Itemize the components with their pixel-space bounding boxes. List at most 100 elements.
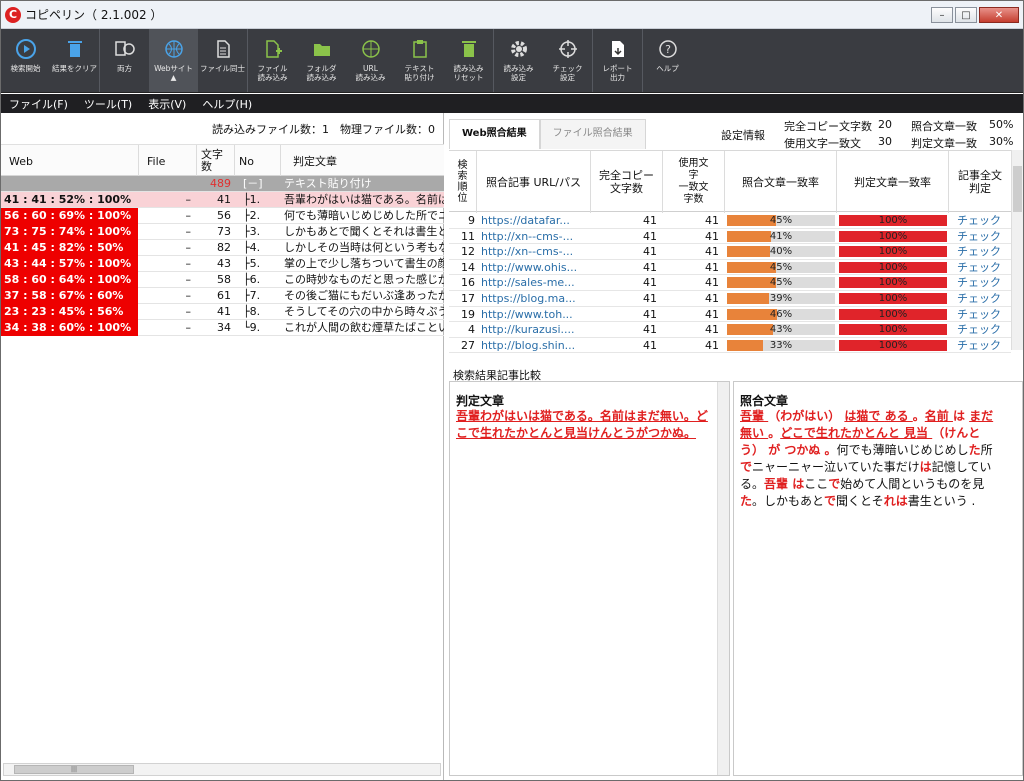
used-chars-cell: 41 bbox=[705, 260, 719, 274]
table-row[interactable]: 73 : 75 : 74% : 100% – 73 ├3. しかもあとで聞くとそ… bbox=[1, 224, 444, 240]
close-button[interactable]: ✕ bbox=[979, 7, 1019, 23]
col-judge-rate[interactable]: 判定文章一致率 bbox=[837, 151, 949, 213]
table-row[interactable]: 16 http://sales-me... 41 41 45% 100% チェック bbox=[449, 275, 1011, 291]
scrollbar-thumb[interactable]: ||| bbox=[14, 765, 134, 774]
table-row[interactable]: 41 : 45 : 82% : 50% – 82 ├4. しかしその当時は何とい… bbox=[1, 240, 444, 256]
table-row[interactable]: 37 : 58 : 67% : 60% – 61 ├7. その後ご猫にもだいぶ逢… bbox=[1, 288, 444, 304]
url-link[interactable]: http://xn--cms-... bbox=[481, 244, 589, 259]
minimize-button[interactable]: – bbox=[931, 7, 953, 23]
col-web[interactable]: Web bbox=[1, 145, 139, 177]
table-row[interactable]: 58 : 60 : 64% : 100% – 58 ├6. この時妙なものだと思… bbox=[1, 272, 444, 288]
table-row[interactable]: 9 https://datafar... 41 41 45% 100% チェック bbox=[449, 213, 1011, 229]
load-file-button[interactable]: ファイル 読み込み bbox=[248, 29, 297, 92]
tab-file-results[interactable]: ファイル照合結果 bbox=[539, 119, 646, 149]
table-row[interactable]: 34 : 38 : 60% : 100% – 34 └9. これが人間の飲む煙草… bbox=[1, 320, 444, 336]
table-row[interactable]: 56 : 60 : 69% : 100% – 56 ├2. 何でも薄暗いじめじめ… bbox=[1, 208, 444, 224]
report-export-button[interactable]: レポート 出力 bbox=[593, 29, 642, 92]
load-url-button[interactable]: URL 読み込み bbox=[346, 29, 395, 92]
menu-tools[interactable]: ツール(T) bbox=[76, 96, 140, 112]
url-link[interactable]: http://www.toh... bbox=[481, 307, 589, 322]
url-link[interactable]: http://blog.shin... bbox=[481, 338, 589, 353]
judge-rate-text: 100% bbox=[878, 230, 908, 242]
col-no[interactable]: No bbox=[235, 145, 281, 177]
menu-file[interactable]: ファイル(F) bbox=[1, 96, 76, 112]
judge-rate-bar: 100% bbox=[839, 292, 947, 304]
table-row[interactable]: 23 : 23 : 45% : 56% – 41 ├8. そうしてその穴の中から… bbox=[1, 304, 444, 320]
svg-text:?: ? bbox=[665, 43, 671, 56]
judge-rate-bar: 100% bbox=[839, 246, 947, 258]
url-link[interactable]: http://kurazusi.... bbox=[481, 322, 589, 337]
url-link[interactable]: http://xn--cms-... bbox=[481, 229, 589, 244]
paste-text-button[interactable]: テキスト 貼り付け bbox=[395, 29, 444, 92]
judge-rate-text: 100% bbox=[878, 324, 908, 336]
match-rate-text: 45% bbox=[769, 261, 793, 273]
check-link[interactable]: チェック bbox=[951, 260, 1007, 275]
menu-help[interactable]: ヘルプ(H) bbox=[194, 96, 260, 112]
judge-rate-bar: 100% bbox=[839, 215, 947, 226]
maximize-button[interactable]: □ bbox=[955, 7, 977, 23]
table-row[interactable]: 43 : 44 : 57% : 100% – 43 ├5. 掌の上で少し落ちつい… bbox=[1, 256, 444, 272]
col-text[interactable]: 判定文章 bbox=[281, 145, 444, 177]
clear-results-button[interactable]: 結果をクリア bbox=[50, 29, 99, 92]
url-link[interactable]: http://sales-me... bbox=[481, 275, 589, 290]
match-rate-bar: 39% bbox=[727, 292, 835, 304]
table-row[interactable]: 12 http://xn--cms-... 41 41 40% 100% チェック bbox=[449, 244, 1011, 260]
tab-web-results[interactable]: Web照合結果 bbox=[449, 119, 540, 149]
toolbar: 検索開始 結果をクリア 両方 Webサイト ▲ ファイル同士 ファイル 読み込み… bbox=[1, 29, 1023, 93]
match-rate-bar: 45% bbox=[727, 261, 835, 273]
both-mode-button[interactable]: 両方 bbox=[100, 29, 149, 92]
table-row[interactable]: 14 http://www.ohis... 41 41 45% 100% チェック bbox=[449, 260, 1011, 276]
table-row[interactable]: 27 http://blog.shin... 41 41 33% 100% チェック bbox=[449, 338, 1011, 354]
full-copy-cell: 41 bbox=[643, 338, 657, 352]
table-row[interactable]: 17 https://blog.ma... 41 41 39% 100% チェック bbox=[449, 291, 1011, 307]
match-segment: は猫で bbox=[844, 409, 885, 423]
search-start-button[interactable]: 検索開始 bbox=[1, 29, 50, 92]
col-match-rate[interactable]: 照合文章一致率 bbox=[725, 151, 837, 213]
col-full-check[interactable]: 記事全文 判定 bbox=[949, 151, 1011, 213]
col-full-copy[interactable]: 完全コピー 文字数 bbox=[591, 151, 663, 213]
check-link[interactable]: チェック bbox=[951, 322, 1007, 337]
check-link[interactable]: チェック bbox=[951, 244, 1007, 259]
match-text-pane: 照合文章 吾輩 （わがはい） は猫で ある 。名前 は まだ無い 。どこで生れた… bbox=[733, 381, 1023, 776]
match-rate-text: 45% bbox=[769, 215, 793, 226]
reset-load-button[interactable]: 読み込み リセット bbox=[444, 29, 493, 92]
check-settings-button[interactable]: チェック 設定 bbox=[543, 29, 592, 92]
results-vertical-scrollbar[interactable] bbox=[1011, 150, 1023, 350]
col-count[interactable]: 文字 数 bbox=[197, 145, 235, 177]
url-link[interactable]: http://www.ohis... bbox=[481, 260, 589, 275]
match-segment: （わがはい） bbox=[768, 409, 845, 423]
match-rate-text: 39% bbox=[769, 292, 793, 304]
col-used-chars[interactable]: 使用文 字 一致文 字数 bbox=[663, 151, 725, 213]
check-link[interactable]: チェック bbox=[951, 338, 1007, 353]
match-segment: 所 bbox=[980, 443, 993, 457]
check-link[interactable]: チェック bbox=[951, 275, 1007, 290]
url-link[interactable]: https://datafar... bbox=[481, 213, 589, 228]
col-url[interactable]: 照合記事 URL/パス bbox=[477, 151, 591, 213]
check-link[interactable]: チェック bbox=[951, 213, 1007, 228]
check-link[interactable]: チェック bbox=[951, 229, 1007, 244]
col-file[interactable]: File bbox=[139, 145, 197, 177]
full-copy-value: 20 bbox=[878, 118, 892, 131]
scrollbar-thumb[interactable] bbox=[1013, 166, 1022, 212]
load-folder-button[interactable]: フォルダ 読み込み bbox=[297, 29, 346, 92]
table-row[interactable]: 11 http://xn--cms-... 41 41 41% 100% チェック bbox=[449, 229, 1011, 245]
check-link[interactable]: チェック bbox=[951, 291, 1007, 306]
judge-rate-text: 100% bbox=[878, 215, 908, 226]
col-rank[interactable]: 検 索 順 位 bbox=[449, 151, 477, 213]
table-row[interactable]: 19 http://www.toh... 41 41 46% 100% チェック bbox=[449, 307, 1011, 323]
table-row[interactable]: 41 : 41 : 52% : 100% – 41 ├1. 吾輩わがはいは猫であ… bbox=[1, 192, 444, 208]
judge-pane-scrollbar[interactable] bbox=[717, 382, 729, 775]
table-row[interactable]: 4 http://kurazusi.... 41 41 43% 100% チェック bbox=[449, 322, 1011, 338]
match-rate-text: 33% bbox=[769, 339, 793, 351]
check-link[interactable]: チェック bbox=[951, 307, 1007, 322]
website-mode-button[interactable]: Webサイト ▲ bbox=[149, 29, 198, 92]
load-settings-button[interactable]: 読み込み 設定 bbox=[494, 29, 543, 92]
menu-view[interactable]: 表示(V) bbox=[140, 96, 194, 112]
left-horizontal-scrollbar[interactable]: ||| bbox=[3, 763, 441, 776]
url-link[interactable]: https://blog.ma... bbox=[481, 291, 589, 306]
app-window: C コピペリン（ 2.1.002 ） – □ ✕ 検索開始 結果をクリア 両方 bbox=[0, 0, 1024, 781]
help-button[interactable]: ? ヘルプ bbox=[643, 29, 692, 92]
file-mode-button[interactable]: ファイル同士 bbox=[198, 29, 247, 92]
table-row[interactable]: 489 [－] テキスト貼り付け bbox=[1, 176, 444, 192]
file-icon bbox=[216, 40, 230, 58]
